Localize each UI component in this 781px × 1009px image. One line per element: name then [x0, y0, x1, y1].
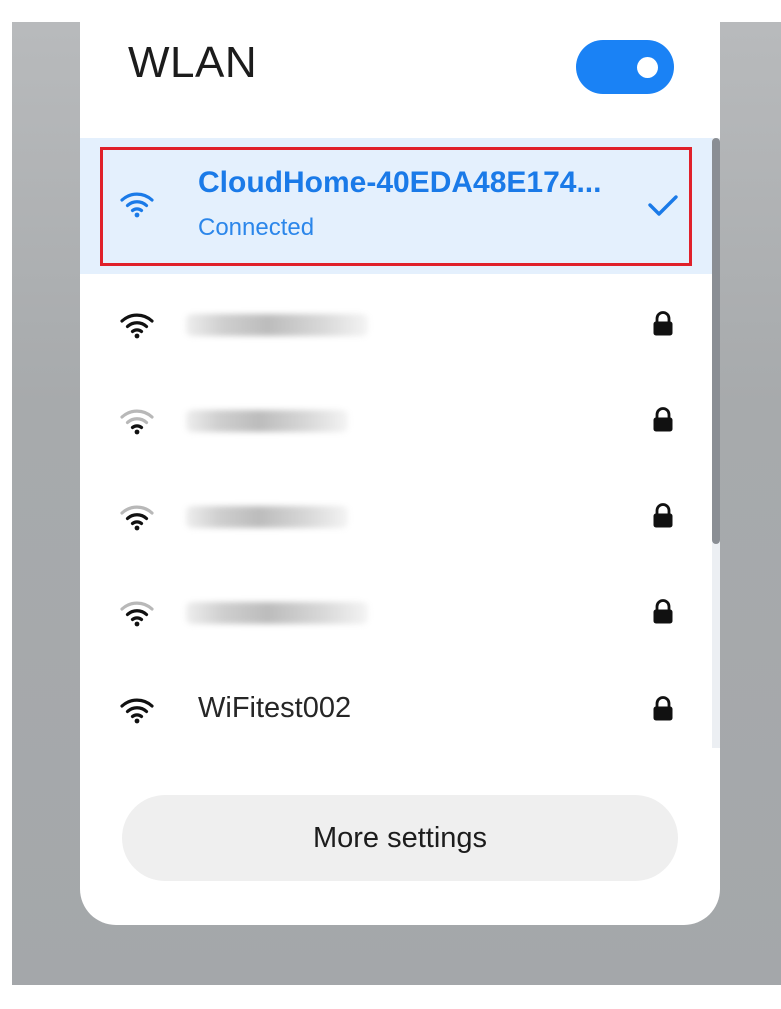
lock-icon: [653, 599, 673, 624]
obscured-ssid: [186, 506, 348, 528]
wlan-header: WLAN: [80, 0, 720, 138]
wifi-medium-icon: [120, 601, 154, 627]
network-item[interactable]: [80, 466, 720, 562]
network-status: Connected: [198, 214, 315, 241]
wlan-toggle[interactable]: [576, 40, 674, 94]
wlan-panel: WLAN CloudHome-40EDA48E174... Connected: [80, 0, 720, 925]
lock-icon: [653, 407, 673, 432]
scrollbar-thumb[interactable]: [712, 138, 720, 544]
network-item-connected[interactable]: CloudHome-40EDA48E174... Connected: [80, 138, 720, 274]
network-item[interactable]: [80, 274, 720, 370]
obscured-ssid: [186, 314, 368, 336]
more-settings-button[interactable]: More settings: [122, 795, 678, 881]
network-ssid: CloudHome-40EDA48E174...: [198, 166, 602, 199]
lock-icon: [653, 696, 673, 721]
wifi-full-icon: [120, 313, 154, 339]
network-item[interactable]: [80, 562, 720, 658]
network-item-wifitest002[interactable]: WiFitest002: [80, 658, 720, 754]
bottom-margin: [0, 985, 781, 1009]
network-ssid: WiFitest002: [198, 692, 352, 724]
obscured-ssid: [186, 602, 368, 624]
wlan-title: WLAN: [128, 38, 258, 87]
wifi-full-icon: [120, 192, 154, 218]
lock-icon: [653, 311, 673, 336]
network-item[interactable]: [80, 370, 720, 466]
lock-icon: [653, 503, 673, 528]
wifi-medium-icon: [120, 505, 154, 531]
left-margin: [0, 0, 12, 1009]
wifi-full-icon: [120, 698, 154, 724]
wifi-weak-icon: [120, 409, 154, 435]
network-list: CloudHome-40EDA48E174... Connected WiFit…: [80, 138, 720, 758]
toggle-knob: [637, 57, 658, 78]
obscured-ssid: [186, 410, 348, 432]
checkmark-icon: [648, 195, 678, 216]
